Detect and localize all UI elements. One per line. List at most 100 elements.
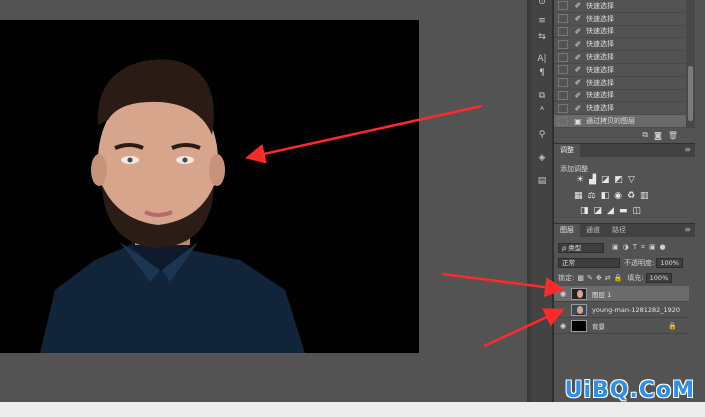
brightness-icon[interactable]: ☀ [576,175,584,185]
history-checkbox[interactable] [558,90,568,100]
posterize-icon[interactable]: ◪ [594,206,603,216]
history-item-label: 快速选择 [586,1,614,10]
properties-panel-icon[interactable]: ▤ [534,174,550,188]
history-item[interactable]: ✐ 快速选择 [554,51,686,64]
history-item-label: 快速选择 [586,91,614,100]
history-item[interactable]: ✐ 快速选择 [554,64,686,77]
document-workspace [0,0,527,402]
history-checkbox[interactable] [558,26,568,36]
layer-thumbnail [571,319,587,332]
paragraph-panel-icon[interactable]: ¶ [534,66,550,80]
layer-row-young-man[interactable]: young-man-1281282_1920 [554,302,689,318]
panel-menu-icon[interactable]: ≡ [684,225,691,234]
levels-icon[interactable]: ▟ [589,175,596,185]
layer-filter-select[interactable]: ρ 类型 [558,242,604,253]
photo-filter-icon[interactable]: ◉ [614,191,622,201]
history-item[interactable]: ✐ 快速选择 [554,38,686,52]
layers-tab-bar: 图层 通道 路径 [554,224,695,237]
quick-select-icon: ✐ [574,14,582,24]
history-checkbox[interactable] [558,116,568,126]
color-balance-icon[interactable]: ⚖ [588,191,596,201]
history-item-label: 快速选择 [586,53,614,62]
gradient-map-icon[interactable]: ▬ [619,206,628,216]
brush-panel-icon[interactable]: ≡ [534,14,550,28]
history-checkbox[interactable] [558,39,568,49]
history-item-label: 通过拷贝的图层 [586,117,635,126]
layer-name: 背景 [592,322,605,331]
black-white-icon[interactable]: ◧ [601,191,610,201]
hue-saturation-icon[interactable]: ▦ [574,191,583,201]
tab-layers[interactable]: 图层 [554,224,580,237]
tool-presets-icon[interactable]: ⚲ [534,128,550,142]
opacity-label: 不透明度: [624,258,655,267]
lock-fill-row: 锁定: ▩✎✥⇄🔒 填充: 100% [558,272,673,283]
history-item[interactable]: ✐ 快速选择 [554,26,686,39]
color-lookup-icon[interactable]: ▥ [640,191,649,201]
lock-icon[interactable]: 🔒 [668,322,677,330]
selective-color-icon[interactable]: ◫ [632,206,641,216]
history-item[interactable]: ✐ 快速选择 [554,102,686,116]
history-checkbox[interactable] [558,1,568,11]
history-item[interactable]: ✐ 快速选择 [554,13,686,26]
blend-mode-select[interactable]: 正常 [558,257,620,268]
threshold-icon[interactable]: ◢ [607,206,614,216]
exposure-icon[interactable]: ◩ [615,175,624,185]
lock-label: 锁定: [558,273,575,282]
layer-row-layer1[interactable]: ◉ 图层 1 [554,286,689,302]
layer-thumbnail [571,303,587,316]
fill-input[interactable]: 100% [645,272,673,283]
quick-select-icon: ✐ [574,26,582,36]
opacity-input[interactable]: 100% [656,257,683,268]
new-document-from-state-icon[interactable]: ⧉ [642,130,648,140]
adjustment-row-3: ◨ ◪ ◢ ▬ ◫ [580,206,641,216]
layer-thumbnail [571,287,587,300]
eye-icon[interactable]: ◉ [557,322,569,330]
new-snapshot-icon[interactable]: ◙ [654,131,662,140]
history-item[interactable]: ✐ 快速选择 [554,77,686,90]
history-checkbox[interactable] [558,52,568,62]
layer-row-background[interactable]: ◉ 背景 🔒 [554,318,689,334]
invert-icon[interactable]: ◨ [580,206,589,216]
history-item-label: 快速选择 [586,14,614,23]
brush-presets-icon[interactable]: ⇆ [534,30,550,44]
history-checkbox[interactable] [558,65,568,75]
glyphs-panel-icon[interactable]: ᴬ [534,104,550,118]
eye-icon[interactable]: ◉ [557,290,569,298]
character-panel-icon[interactable]: A| [534,52,550,66]
3d-panel-icon[interactable]: ◈ [534,151,550,165]
history-panel-icon[interactable]: ⊙ [534,0,550,9]
tab-paths[interactable]: 路径 [606,224,632,237]
history-scroll-thumb[interactable] [688,66,693,121]
layer-name: young-man-1281282_1920 [592,305,681,314]
history-item-label: 快速选择 [586,27,614,36]
history-checkbox[interactable] [558,14,568,24]
vibrance-icon[interactable]: ▽ [628,175,635,185]
quick-select-icon: ✐ [574,1,582,11]
delete-state-icon[interactable]: 🗑 [668,131,678,140]
lock-icons[interactable]: ▩✎✥⇄🔒 [577,274,625,282]
quick-select-icon: ✐ [574,90,582,100]
tab-adjustments[interactable]: 调整 [554,144,580,157]
history-checkbox[interactable] [558,103,568,113]
layer-via-copy-icon: ▣ [574,116,582,126]
portrait-image [40,59,305,353]
panel-menu-icon[interactable]: ≡ [684,145,691,154]
adjustment-row-2: ▦ ⚖ ◧ ◉ ♻ ▥ [574,191,649,201]
history-item-label: 快速选择 [586,65,614,74]
history-item[interactable]: ✐ 快速选择 [554,0,686,13]
filter-icons[interactable]: ▣◑T⌗▣● [612,243,670,252]
history-item-selected[interactable]: ▣ 通过拷贝的图层 [554,115,686,128]
channel-mixer-icon[interactable]: ♻ [627,191,635,201]
history-panel: ✐ 快速选择 ✐ 快速选择 ✐ 快速选择 ✐ 快速选择 ✐ 快速选择 ✐ 快速选… [553,0,695,143]
history-scrollbar[interactable] [686,0,695,128]
image-canvas[interactable] [0,20,419,353]
curves-icon[interactable]: ◪ [601,175,610,185]
tab-channels[interactable]: 通道 [580,224,606,237]
clone-source-icon[interactable]: ⧉ [534,89,550,103]
history-item[interactable]: ✐ 快速选择 [554,90,686,103]
history-footer: ⧉ ◙ 🗑 [554,128,686,142]
adjustments-panel: 调整 ≡ 添加调整 ☀ ▟ ◪ ◩ ▽ ▦ ⚖ ◧ ◉ ♻ ▥ ◨ ◪ ◢ ▬ … [553,143,695,223]
quick-select-icon: ✐ [574,52,582,62]
fill-label: 填充: [627,273,644,282]
history-checkbox[interactable] [558,78,568,88]
